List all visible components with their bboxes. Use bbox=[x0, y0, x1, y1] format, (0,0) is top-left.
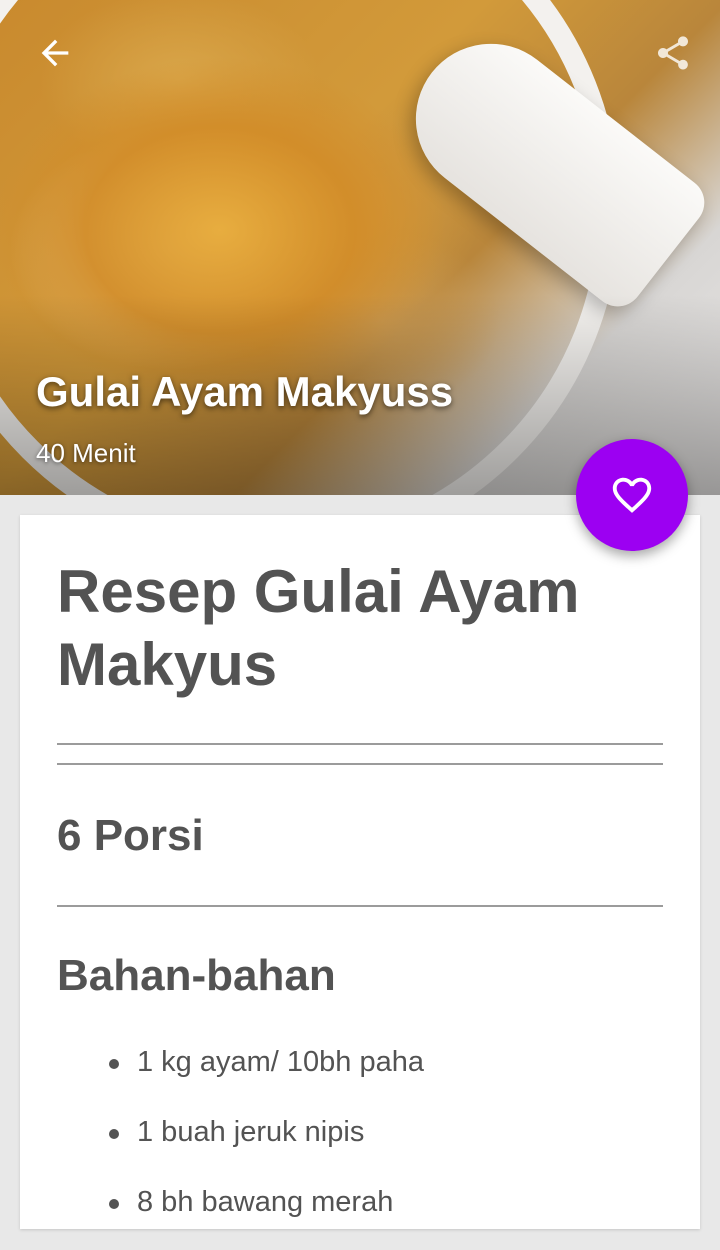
ingredients-heading: Bahan-bahan bbox=[57, 951, 336, 1000]
divider bbox=[57, 743, 663, 745]
favorite-button[interactable] bbox=[576, 439, 688, 551]
ingredient-item: 8 bh bawang merah bbox=[57, 1180, 424, 1250]
cooking-duration: 40 Menit bbox=[36, 438, 136, 468]
hero-image: Gulai Ayam Makyuss 40 Menit bbox=[0, 0, 720, 495]
share-button[interactable] bbox=[648, 28, 698, 78]
servings-count: 6 Porsi bbox=[57, 811, 204, 860]
divider bbox=[57, 905, 663, 907]
divider bbox=[57, 763, 663, 765]
heart-outline-icon bbox=[612, 477, 652, 513]
ingredients-list: 1 kg ayam/ 10bh paha 1 buah jeruk nipis … bbox=[57, 1040, 424, 1250]
arrow-left-icon bbox=[41, 39, 69, 67]
back-button[interactable] bbox=[30, 28, 80, 78]
share-icon bbox=[658, 36, 688, 70]
ingredient-item: 1 buah jeruk nipis bbox=[57, 1110, 424, 1180]
recipe-card: Resep Gulai Ayam Makyus 6 Porsi Bahan-ba… bbox=[20, 515, 700, 1229]
hero-recipe-name: Gulai Ayam Makyuss bbox=[36, 368, 454, 415]
recipe-title: Resep Gulai Ayam Makyus bbox=[57, 558, 580, 698]
ingredient-item: 1 kg ayam/ 10bh paha bbox=[57, 1040, 424, 1110]
